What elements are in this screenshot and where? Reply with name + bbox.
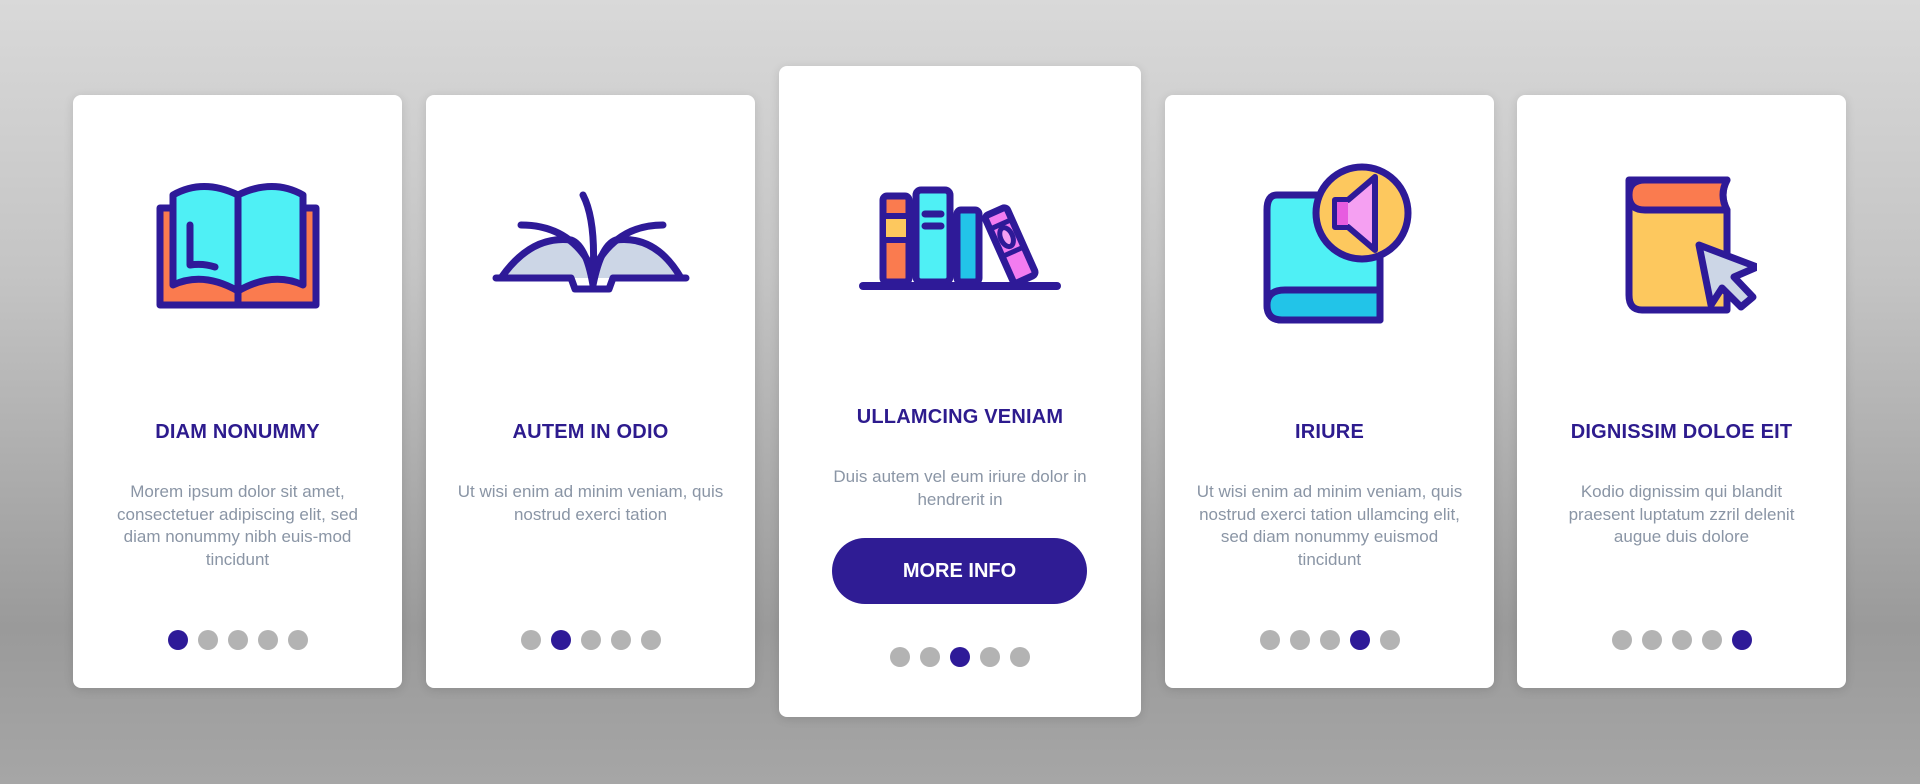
more-info-button[interactable]: MORE INFO xyxy=(832,538,1087,604)
ebook-cursor-icon xyxy=(1517,155,1846,335)
pagination-dot[interactable] xyxy=(1641,630,1662,650)
pagination-dot[interactable] xyxy=(1259,630,1280,650)
pagination-dot[interactable] xyxy=(1319,630,1340,650)
pagination-dot-active[interactable] xyxy=(1349,630,1370,650)
flipping-pages-book-icon xyxy=(426,155,755,335)
pagination-dot[interactable] xyxy=(257,630,278,650)
pagination-dot[interactable] xyxy=(1379,630,1400,650)
card-description: Ut wisi enim ad minim veniam, quis nostr… xyxy=(1196,482,1463,569)
onboarding-card-3: ULLAMCING VENIAM Duis autem vel eum iriu… xyxy=(779,66,1141,717)
pagination-dot-active[interactable] xyxy=(167,630,188,650)
bookshelf-icon xyxy=(779,166,1141,306)
pagination-dot-active[interactable] xyxy=(550,630,571,650)
onboarding-card-5: DIGNISSIM DOLOE EIT Kodio dignissim qui … xyxy=(1517,95,1846,688)
pagination-dot[interactable] xyxy=(890,647,910,667)
onboarding-card-4: IRIURE Ut wisi enim ad minim veniam, qui… xyxy=(1165,95,1494,688)
pagination-dot[interactable] xyxy=(640,630,661,650)
pagination-dots xyxy=(1165,630,1494,650)
card-title: ULLAMCING VENIAM xyxy=(856,406,1064,428)
pagination-dot[interactable] xyxy=(610,630,631,650)
pagination-dot[interactable] xyxy=(1701,630,1722,650)
onboarding-card-1: DIAM NONUMMY Morem ipsum dolor sit amet,… xyxy=(73,95,402,688)
pagination-dot[interactable] xyxy=(227,630,248,650)
card-title: DIGNISSIM DOLOE EIT xyxy=(1570,421,1793,443)
card-title: IRIURE xyxy=(1295,421,1364,443)
pagination-dot[interactable] xyxy=(1289,630,1310,650)
card-description: Ut wisi enim ad minim veniam, quis nostr… xyxy=(457,482,724,524)
card-title: DIAM NONUMMY xyxy=(155,421,320,443)
pagination-dots xyxy=(1517,630,1846,650)
audiobook-icon xyxy=(1165,155,1494,335)
onboarding-card-2: AUTEM IN ODIO Ut wisi enim ad minim veni… xyxy=(426,95,755,688)
pagination-dot[interactable] xyxy=(1611,630,1632,650)
pagination-dot[interactable] xyxy=(1671,630,1692,650)
pagination-dot[interactable] xyxy=(520,630,541,650)
pagination-dot-active[interactable] xyxy=(950,647,970,667)
pagination-dot[interactable] xyxy=(580,630,601,650)
card-title: AUTEM IN ODIO xyxy=(512,421,669,443)
pagination-dots xyxy=(73,630,402,650)
card-description: Morem ipsum dolor sit amet, consectetuer… xyxy=(117,482,358,569)
pagination-dot[interactable] xyxy=(1010,647,1030,667)
pagination-dot[interactable] xyxy=(920,647,940,667)
card-description: Duis autem vel eum iriure dolor in hendr… xyxy=(833,467,1087,509)
open-book-icon xyxy=(73,155,402,335)
pagination-dot[interactable] xyxy=(287,630,308,650)
card-description: Kodio dignissim qui blandit praesent lup… xyxy=(1568,482,1795,546)
pagination-dot-active[interactable] xyxy=(1731,630,1752,650)
pagination-dots xyxy=(426,630,755,650)
pagination-dots xyxy=(779,647,1141,667)
pagination-dot[interactable] xyxy=(980,647,1000,667)
pagination-dot[interactable] xyxy=(197,630,218,650)
